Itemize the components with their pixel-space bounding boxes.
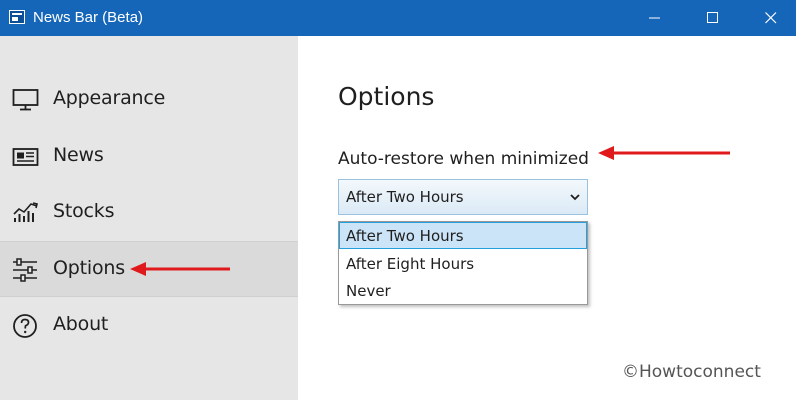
dropdown-option-never[interactable]: Never xyxy=(339,277,587,304)
minimize-icon xyxy=(649,17,660,19)
title-bar: News Bar (Beta) xyxy=(0,0,796,36)
annotation-arrow-options xyxy=(130,262,230,276)
newspaper-icon xyxy=(12,148,39,166)
window-title: News Bar (Beta) xyxy=(33,9,144,26)
chevron-down-icon xyxy=(570,194,580,201)
sidebar-item-stocks[interactable]: Stocks xyxy=(0,185,298,241)
sidebar-item-news[interactable]: News xyxy=(0,129,298,185)
minimize-button[interactable] xyxy=(630,0,680,36)
sidebar-item-appearance[interactable]: Appearance xyxy=(0,72,298,128)
sidebar-item-label: Stocks xyxy=(53,200,115,222)
sidebar: Appearance News Stocks Options About xyxy=(0,36,298,400)
question-circle-icon xyxy=(13,314,37,338)
dropdown-selected-value: After Two Hours xyxy=(346,188,464,206)
options-panel: Options Auto-restore when minimized Afte… xyxy=(298,36,796,400)
news-bar-app-icon xyxy=(9,10,25,24)
sidebar-item-label: Appearance xyxy=(53,87,166,109)
sidebar-item-label: About xyxy=(53,313,109,335)
dropdown-option-after-eight-hours[interactable]: After Eight Hours xyxy=(339,250,587,277)
annotation-arrow-label xyxy=(598,146,730,160)
watermark: ©Howtoconnect xyxy=(622,362,761,382)
dropdown-option-after-two-hours[interactable]: After Two Hours xyxy=(339,222,587,249)
auto-restore-dropdown[interactable]: After Two Hours xyxy=(338,179,588,215)
sliders-icon xyxy=(13,258,37,282)
close-button[interactable] xyxy=(746,0,796,36)
monitor-icon xyxy=(12,89,39,111)
sidebar-item-label: Options xyxy=(53,257,125,279)
maximize-button[interactable] xyxy=(688,0,738,36)
sidebar-item-about[interactable]: About xyxy=(0,298,298,354)
page-title: Options xyxy=(338,82,435,111)
sidebar-item-label: News xyxy=(53,144,104,166)
maximize-icon xyxy=(707,12,718,23)
auto-restore-label: Auto-restore when minimized xyxy=(338,149,589,169)
chart-trend-icon xyxy=(13,202,38,222)
close-icon xyxy=(765,12,777,24)
auto-restore-options-list: After Two Hours After Eight Hours Never xyxy=(338,221,588,305)
